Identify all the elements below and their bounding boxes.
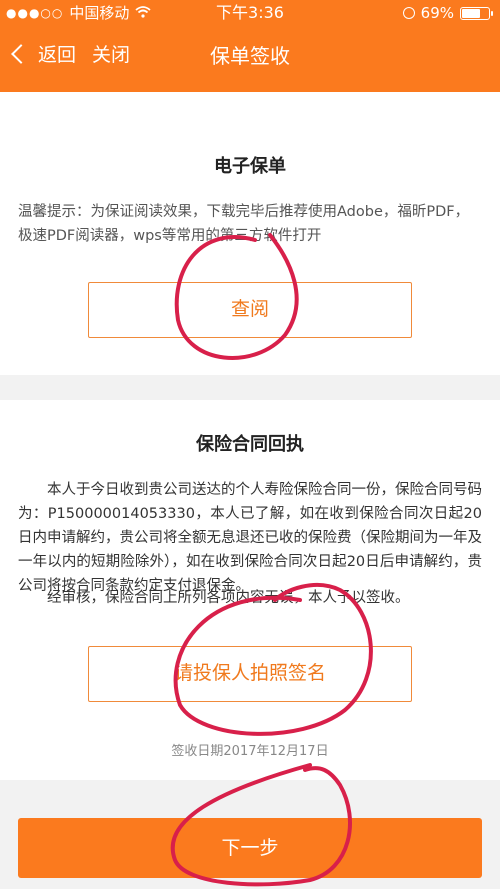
receipt-paragraph-2: 经审核，保险合同上所列各项内容无误，本人予以签收。 [47, 590, 410, 606]
chevron-left-icon [11, 43, 31, 64]
top-bar: ●●●○○ 中国移动 下午3:36 69% 返回 关闭 保单签收 [0, 0, 500, 92]
top-strip [0, 92, 500, 120]
sign-date: 签收日期2017年12月17日 [171, 744, 329, 759]
photo-sign-button[interactable]: 请投保人拍照签名 [88, 646, 412, 702]
receipt-paragraph-1: 本人于今日收到贵公司送达的个人寿险保险合同一份，保险合同号码为：P1500000… [18, 482, 482, 594]
policy-card-title: 电子保单 [214, 156, 286, 177]
receipt-card-title: 保险合同回执 [196, 434, 304, 455]
battery-icon [460, 6, 493, 20]
navigation-bar: 返回 关闭 保单签收 [0, 26, 500, 92]
rotation-lock-icon [402, 7, 415, 19]
contract-receipt-card: 保险合同回执 本人于今日收到贵公司送达的个人寿险保险合同一份，保险合同号码为：P… [0, 400, 500, 780]
status-right: 69% [402, 0, 493, 26]
status-bar: ●●●○○ 中国移动 下午3:36 69% [0, 0, 500, 26]
close-button[interactable]: 关闭 [92, 40, 130, 67]
view-policy-button[interactable]: 查阅 [88, 282, 412, 338]
next-step-button[interactable]: 下一步 [18, 818, 482, 878]
electronic-policy-card: 电子保单 温馨提示：为保证阅读效果，下载完毕后推荐使用Adobe，福昕PDF，极… [0, 120, 500, 375]
battery-percent: 69% [420, 4, 454, 22]
back-label: 返回 [38, 44, 77, 66]
back-button[interactable]: 返回 [11, 40, 77, 67]
policy-tip-text: 温馨提示：为保证阅读效果，下载完毕后推荐使用Adobe，福昕PDF，极速PDF阅… [18, 204, 470, 244]
